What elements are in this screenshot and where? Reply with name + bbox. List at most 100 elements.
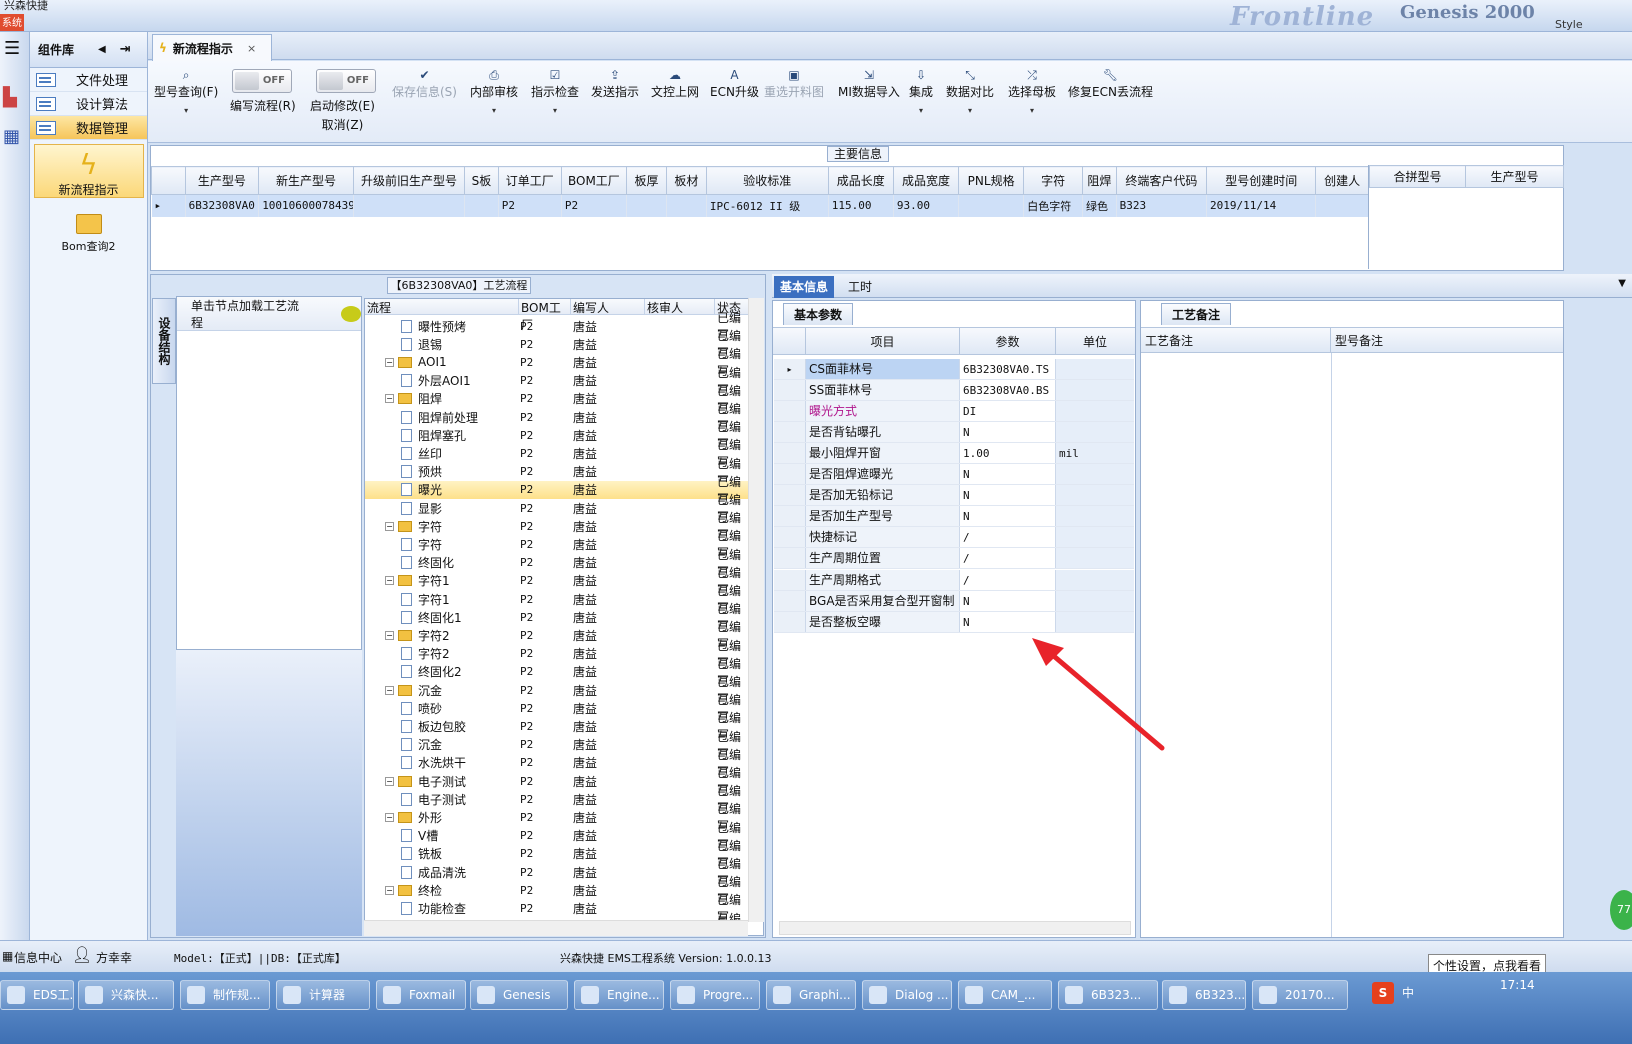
- calculator-icon[interactable]: ▦: [3, 126, 29, 147]
- col-header[interactable]: 型号创建时间: [1206, 166, 1317, 195]
- taskbar-button[interactable]: Graphi...: [766, 980, 856, 1010]
- tab-basic-info[interactable]: 基本信息: [774, 276, 835, 298]
- tree-node[interactable]: 字符1 P2 唐益 已编写: [365, 584, 749, 615]
- clock-time[interactable]: 17:14: [1500, 978, 1535, 992]
- pin-icon[interactable]: ⇥: [120, 42, 131, 57]
- collapse-arrow-icon[interactable]: ◀: [98, 44, 106, 55]
- tree-node[interactable]: − AOI1 P2 唐益 已编写: [365, 347, 749, 378]
- tree-node[interactable]: 终固化2 P2 唐益 已编写: [365, 657, 749, 688]
- tree-node[interactable]: − 阻焊 P2 唐益 已编写: [365, 384, 749, 415]
- tab-process-notes[interactable]: 工艺备注: [1161, 303, 1232, 325]
- param-row[interactable]: ▸ CS面菲林号 6B32308VA0.TS: [774, 359, 1134, 380]
- info-grid-icon[interactable]: ▦: [2, 949, 13, 963]
- param-row[interactable]: 是否加生产型号 N: [774, 506, 1134, 528]
- tree-horizontal-scrollbar[interactable]: [364, 920, 748, 936]
- col-header[interactable]: 订单工厂: [497, 166, 562, 195]
- tree-node[interactable]: − 电子测试 P2 唐益 已编写: [365, 766, 749, 797]
- tree-node[interactable]: 字符2 P2 唐益 已编写: [365, 639, 749, 670]
- dropdown-arrow-icon[interactable]: ▾: [946, 106, 994, 115]
- publish-online-button[interactable]: ☁ 文控上网: [651, 67, 699, 100]
- param-value[interactable]: 6B32308VA0.BS: [960, 380, 1056, 401]
- taskbar-button[interactable]: CAM_...: [958, 980, 1052, 1010]
- tree-node[interactable]: 喷砂 P2 唐益 已编写: [365, 693, 749, 724]
- collapse-icon[interactable]: −: [385, 685, 394, 695]
- dropdown-arrow-icon[interactable]: ▾: [470, 106, 518, 115]
- internal-review-button[interactable]: ⎙ 内部审核 ▾: [470, 67, 518, 115]
- param-row[interactable]: 最小阻焊开窗 1.00 mil: [774, 443, 1134, 465]
- param-row[interactable]: 是否整板空曝 N: [774, 611, 1134, 633]
- library-item-algorithm[interactable]: 设计算法: [30, 92, 147, 116]
- col-header[interactable]: 成品长度: [827, 166, 894, 195]
- repair-ecn-button[interactable]: 🔧︎ 修复ECN丢流程: [1068, 67, 1153, 100]
- library-item-data[interactable]: 数据管理: [30, 116, 147, 140]
- table-cell[interactable]: B323: [1116, 194, 1208, 217]
- table-cell[interactable]: P2: [561, 194, 627, 217]
- factory-icon[interactable]: ▙: [3, 87, 29, 108]
- sogou-ime-icon[interactable]: S: [1372, 982, 1394, 1004]
- tree-node[interactable]: 预烘P2唐益已编写: [365, 457, 749, 488]
- table-cell[interactable]: 绿色: [1082, 194, 1117, 217]
- device-hint-row[interactable]: 单击节点加载工艺流程: [177, 297, 361, 331]
- col-header[interactable]: BOM工厂: [560, 166, 627, 195]
- write-process-toggle[interactable]: OFF: [232, 69, 292, 93]
- param-value[interactable]: N: [960, 506, 1056, 527]
- collapse-icon[interactable]: −: [385, 885, 394, 895]
- param-value[interactable]: N: [960, 590, 1056, 611]
- table-cell[interactable]: 2019/11/14: [1206, 194, 1317, 217]
- param-row[interactable]: 曝光方式 DI: [774, 401, 1134, 423]
- ime-mode[interactable]: 中: [1402, 984, 1414, 1001]
- table-cell[interactable]: 10010600078439: [258, 194, 354, 217]
- tree-node[interactable]: − 字符2 P2 唐益 已编写: [365, 620, 749, 651]
- taskbar-button[interactable]: 计算器: [276, 980, 370, 1010]
- taskbar-button[interactable]: EDS工...: [0, 980, 74, 1010]
- taskbar-button[interactable]: 制作规...: [180, 980, 270, 1010]
- dropdown-arrow-icon[interactable]: ▾: [909, 106, 933, 115]
- param-value[interactable]: DI: [960, 401, 1056, 422]
- param-row[interactable]: 生产周期格式 /: [774, 569, 1134, 591]
- tree-node[interactable]: 丝印 P2 唐益 已编写: [365, 438, 749, 469]
- style-menu[interactable]: Style: [1555, 18, 1583, 31]
- tree-node[interactable]: 字符 P2 唐益 已编写: [365, 529, 749, 560]
- select-mother-board-button[interactable]: ⤮ 选择母板 ▾: [1008, 67, 1056, 115]
- taskbar-button[interactable]: Engine...: [574, 980, 664, 1010]
- param-value[interactable]: N: [960, 611, 1056, 632]
- integrate-button[interactable]: ⇩ 集成 ▾: [909, 67, 933, 115]
- collapse-icon[interactable]: −: [385, 630, 394, 640]
- instruction-check-button[interactable]: ☑ 指示检查 ▾: [531, 67, 579, 115]
- tool-new-process[interactable]: ϟ 新流程指示: [33, 144, 144, 198]
- param-row[interactable]: BGA是否采用复合型开窗制作N: [774, 590, 1134, 629]
- collapse-icon[interactable]: −: [385, 357, 394, 367]
- collapse-icon[interactable]: −: [385, 776, 394, 786]
- tree-node[interactable]: 阻焊塞孔 P2 唐益 已编写: [365, 420, 749, 451]
- menu-icon[interactable]: ☰: [4, 38, 29, 59]
- tree-node[interactable]: 显影 P2 唐益 已编写: [365, 493, 749, 524]
- param-value[interactable]: /: [960, 527, 1056, 548]
- tool-bom-query[interactable]: Bom查询2: [34, 202, 144, 254]
- taskbar-button[interactable]: Genesis: [470, 980, 568, 1010]
- chevron-down-icon[interactable]: ▼: [1618, 278, 1626, 289]
- col-header[interactable]: 新生产型号: [258, 166, 354, 195]
- param-value[interactable]: /: [960, 569, 1056, 590]
- library-item-file[interactable]: 文件处理: [30, 68, 147, 92]
- collapse-icon[interactable]: −: [385, 394, 394, 404]
- tree-node[interactable]: 阻焊前处理 P2 唐益 已编写: [365, 402, 749, 433]
- param-value[interactable]: 6B32308VA0.TS: [960, 359, 1056, 379]
- param-value[interactable]: N: [960, 422, 1056, 443]
- close-icon[interactable]: ×: [247, 42, 256, 55]
- tree-node[interactable]: V槽 P2 唐益 已编写: [365, 821, 749, 852]
- param-row[interactable]: 是否阻焊遮曝光 N: [774, 464, 1134, 486]
- col-header[interactable]: 板材: [665, 166, 707, 195]
- table-cell[interactable]: [626, 194, 667, 217]
- taskbar-button[interactable]: Foxmail: [376, 980, 466, 1010]
- chat-bubble-icon[interactable]: [340, 305, 361, 322]
- tree-node[interactable]: 功能检查 P2 唐益 已编写: [365, 893, 749, 924]
- tree-node[interactable]: − 字符 P2 唐益 已编写: [365, 511, 749, 542]
- tree-node[interactable]: 成品清洗 P2 唐益 已编写: [365, 857, 749, 888]
- tree-node[interactable]: − 外形 P2 唐益 已编写: [365, 802, 749, 833]
- param-row[interactable]: SS面菲林号 6B32308VA0.BS: [774, 380, 1134, 402]
- tree-node[interactable]: − 终检 P2 唐益 已编写: [365, 875, 749, 906]
- table-row[interactable]: ▸ 6B32308VA0 10010600078439 P2 P2 IPC-6012 II…: [151, 194, 1369, 217]
- taskbar-button[interactable]: Dialog ...: [862, 980, 952, 1010]
- reselect-cut-drawing-button[interactable]: ▣ 重选开料图: [764, 67, 824, 100]
- table-cell[interactable]: [1315, 194, 1369, 217]
